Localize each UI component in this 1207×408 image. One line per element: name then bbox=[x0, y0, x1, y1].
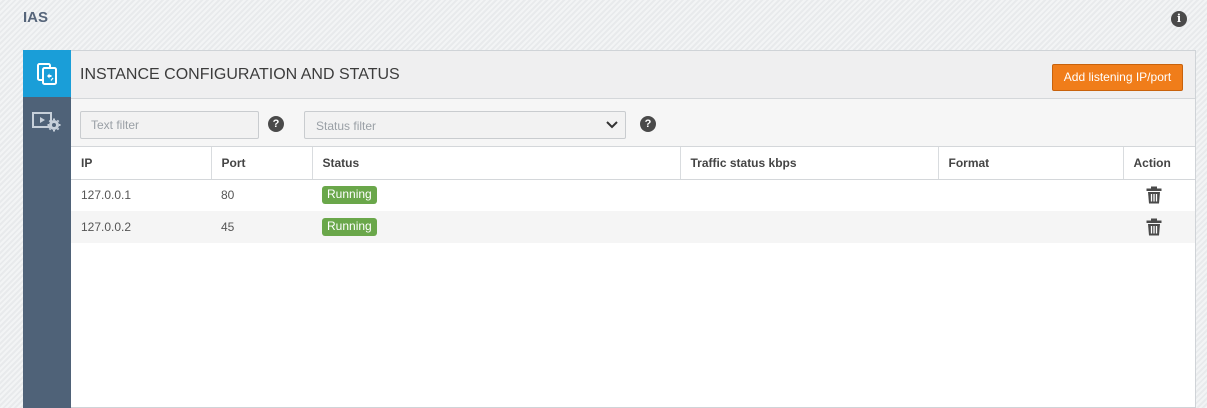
status-filter-placeholder: Status filter bbox=[316, 119, 377, 133]
app-title: IAS bbox=[23, 9, 49, 26]
text-filter-help-icon[interactable]: ? bbox=[268, 116, 284, 132]
column-header-status[interactable]: Status bbox=[312, 147, 681, 180]
cell-format bbox=[938, 211, 1123, 243]
cell-port: 80 bbox=[221, 188, 235, 203]
trash-icon bbox=[1146, 186, 1162, 204]
status-badge: Running bbox=[322, 218, 377, 236]
cell-traffic bbox=[680, 211, 938, 243]
chevron-down-icon bbox=[606, 121, 618, 129]
add-listening-ip-button[interactable]: Add listening IP/port bbox=[1052, 64, 1183, 91]
delete-button[interactable] bbox=[1146, 218, 1162, 239]
cell-status: Running bbox=[312, 179, 680, 211]
info-icon[interactable]: i bbox=[1171, 11, 1187, 27]
cell-traffic bbox=[680, 179, 938, 211]
cell-action bbox=[1123, 211, 1195, 243]
cell-port: 45 bbox=[211, 211, 312, 243]
panel-header: INSTANCE CONFIGURATION AND STATUS Add li… bbox=[71, 51, 1195, 99]
sidebar-item-video-settings[interactable] bbox=[23, 97, 71, 145]
column-header-format[interactable]: Format bbox=[938, 147, 1124, 180]
cell-status: Running bbox=[312, 211, 680, 243]
table-row: 127.0.0.1 80 Running bbox=[71, 179, 1195, 211]
column-header-port[interactable]: Port bbox=[211, 147, 313, 180]
status-badge: Running bbox=[322, 186, 377, 205]
instances-table: IP Port Status Traffic status kbps Forma… bbox=[71, 147, 1195, 243]
column-header-ip[interactable]: IP bbox=[71, 147, 212, 180]
trash-icon bbox=[1146, 218, 1162, 236]
cell-action bbox=[1123, 179, 1195, 211]
delete-button[interactable] bbox=[1146, 186, 1162, 207]
instance-config-icon bbox=[37, 62, 57, 85]
table-row: 127.0.0.2 45 Running bbox=[71, 211, 1195, 243]
cell-ip: 127.0.0.2 bbox=[71, 211, 211, 243]
filter-bar: ? Status filter ? bbox=[71, 99, 1195, 147]
column-header-action: Action bbox=[1123, 147, 1195, 180]
sidebar-item-instance-config[interactable] bbox=[23, 50, 71, 97]
cell-ip: 127.0.0.1 bbox=[81, 188, 132, 203]
cell-format bbox=[938, 179, 1123, 211]
status-filter-help-icon[interactable]: ? bbox=[640, 116, 656, 132]
sidebar bbox=[23, 50, 71, 408]
status-filter-select[interactable]: Status filter bbox=[304, 111, 626, 139]
instance-panel: INSTANCE CONFIGURATION AND STATUS Add li… bbox=[71, 50, 1196, 408]
panel-title: INSTANCE CONFIGURATION AND STATUS bbox=[80, 66, 400, 83]
table-header-row: IP Port Status Traffic status kbps Forma… bbox=[71, 147, 1195, 180]
column-header-traffic[interactable]: Traffic status kbps bbox=[680, 147, 939, 180]
text-filter-input[interactable] bbox=[80, 111, 259, 139]
video-settings-icon bbox=[32, 112, 61, 132]
